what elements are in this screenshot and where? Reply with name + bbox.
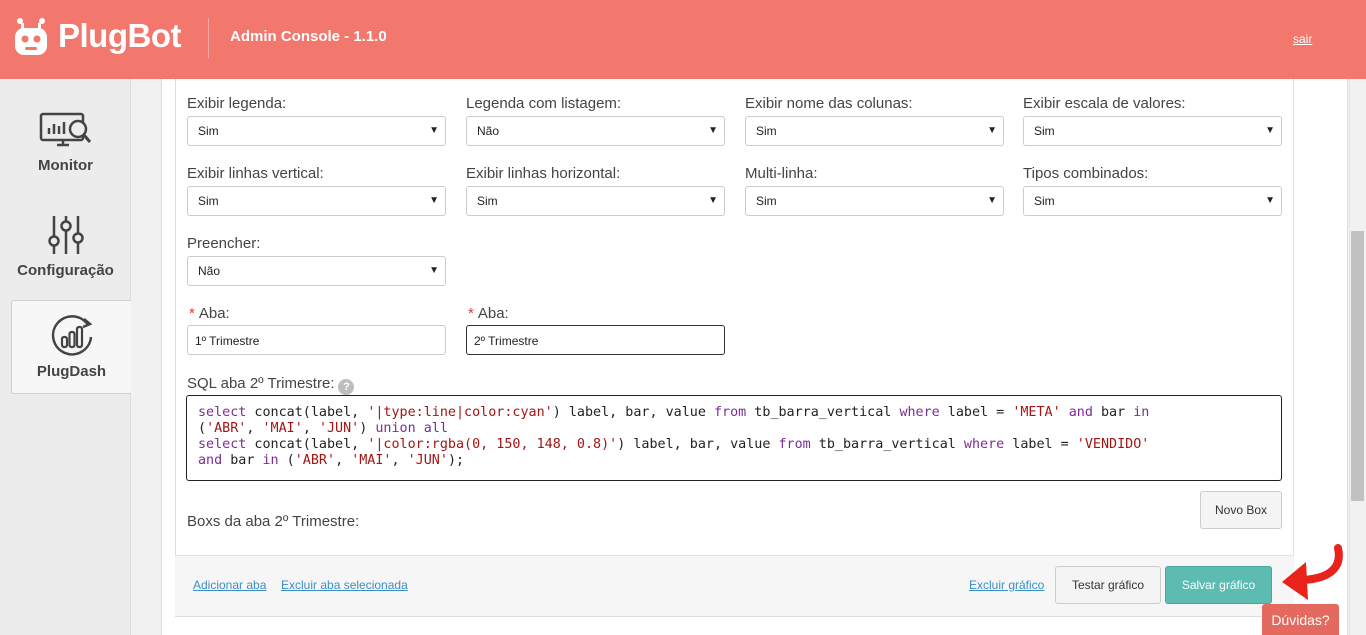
tipos-combinados-select[interactable]: Sim ▼ <box>1023 186 1282 216</box>
help-icon[interactable]: ? <box>338 379 355 395</box>
exibir-nome-colunas-select[interactable]: Sim ▼ <box>745 116 1004 146</box>
aba-2-input[interactable]: 2º Trimestre <box>466 325 725 355</box>
select-value: Sim <box>1034 124 1055 138</box>
boxs-label: Boxs da aba 2º Trimestre: <box>187 513 360 530</box>
select-value: Sim <box>756 124 777 138</box>
chevron-down-icon: ▼ <box>708 125 718 136</box>
preencher-label: Preencher: <box>187 235 261 252</box>
select-value: Sim <box>198 194 219 208</box>
aba-1-label-text: Aba: <box>198 305 230 322</box>
linhas-horizontal-label: Exibir linhas horizontal: <box>466 165 621 182</box>
multi-linha-label: Multi-linha: <box>745 165 818 182</box>
linhas-vertical-select[interactable]: Sim ▼ <box>187 186 446 216</box>
sidebar-item-monitor[interactable]: Monitor <box>0 95 131 197</box>
legenda-listagem-label: Legenda com listagem: <box>466 95 622 112</box>
sql-editor[interactable]: select concat(label, '|type:line|color:c… <box>186 395 1282 481</box>
linhas-vertical-label: Exibir linhas vertical: <box>187 165 324 182</box>
curved-arrow-icon <box>1282 544 1343 600</box>
top-bar: PlugBot Admin Console - 1.1.0 sair <box>0 0 1366 79</box>
robot-icon <box>15 18 47 55</box>
legenda-listagem-select[interactable]: Não ▼ <box>466 116 725 146</box>
exibir-legenda-label: Exibir legenda: <box>187 95 287 112</box>
sliders-icon <box>46 212 86 258</box>
chart-refresh-icon <box>48 313 96 359</box>
exibir-escala-label: Exibir escala de valores: <box>1023 95 1186 112</box>
testar-grafico-button[interactable]: Testar gráfico <box>1055 566 1161 604</box>
aba-2-label-text: Aba: <box>477 305 509 322</box>
chevron-down-icon: ▼ <box>429 195 439 206</box>
sidebar: Monitor Configuração PlugDash <box>0 79 131 635</box>
multi-linha-select[interactable]: Sim ▼ <box>745 186 1004 216</box>
chevron-down-icon: ▼ <box>429 265 439 276</box>
chevron-down-icon: ▼ <box>429 125 439 136</box>
sql-label-text: SQL aba 2º Trimestre: <box>187 375 335 392</box>
sidebar-item-configuracao[interactable]: Configuração <box>0 200 131 302</box>
header-divider <box>208 18 209 58</box>
scrollbar-thumb[interactable] <box>1351 231 1364 501</box>
preencher-select[interactable]: Não ▼ <box>187 256 446 286</box>
linhas-horizontal-select[interactable]: Sim ▼ <box>466 186 725 216</box>
adicionar-aba-link[interactable]: Adicionar aba <box>193 578 266 592</box>
aba-2-label: * Aba: <box>468 305 509 322</box>
input-value: 1º Trimestre <box>195 334 260 348</box>
sidebar-item-label: PlugDash <box>36 363 107 380</box>
tipos-combinados-label: Tipos combinados: <box>1023 165 1149 182</box>
chevron-down-icon: ▼ <box>987 195 997 206</box>
select-value: Não <box>198 264 221 278</box>
brand-logo[interactable]: PlugBot <box>14 16 181 56</box>
aba-1-label: * Aba: <box>189 305 230 322</box>
select-value: Sim <box>756 194 777 208</box>
required-mark: * <box>468 305 474 322</box>
sql-label: SQL aba 2º Trimestre:? <box>187 375 355 395</box>
chevron-down-icon: ▼ <box>1265 195 1275 206</box>
select-value: Sim <box>477 194 498 208</box>
app-title: Admin Console - 1.1.0 <box>230 28 387 45</box>
select-value: Não <box>477 124 500 138</box>
select-value: Sim <box>198 124 219 138</box>
duvidas-button[interactable]: Dúvidas? <box>1262 604 1339 635</box>
brand-name: PlugBot <box>58 17 181 54</box>
select-value: Sim <box>1034 194 1055 208</box>
required-mark: * <box>189 305 195 322</box>
exibir-nome-colunas-label: Exibir nome das colunas: <box>745 95 913 112</box>
novo-box-button[interactable]: Novo Box <box>1200 491 1282 529</box>
chevron-down-icon: ▼ <box>1265 125 1275 136</box>
chevron-down-icon: ▼ <box>708 195 718 206</box>
exibir-escala-select[interactable]: Sim ▼ <box>1023 116 1282 146</box>
logout-link[interactable]: sair <box>1293 32 1312 46</box>
monitor-search-icon <box>39 107 93 153</box>
sidebar-item-label: Configuração <box>17 262 114 279</box>
sidebar-item-label: Monitor <box>38 157 93 174</box>
salvar-grafico-button[interactable]: Salvar gráfico <box>1165 566 1272 604</box>
exibir-legenda-select[interactable]: Sim ▼ <box>187 116 446 146</box>
aba-1-input[interactable]: 1º Trimestre <box>187 325 446 355</box>
chevron-down-icon: ▼ <box>987 125 997 136</box>
input-value: 2º Trimestre <box>474 334 539 348</box>
excluir-grafico-link[interactable]: Excluir gráfico <box>969 578 1044 592</box>
excluir-aba-link[interactable]: Excluir aba selecionada <box>281 578 408 592</box>
sidebar-item-plugdash[interactable]: PlugDash <box>11 300 131 394</box>
